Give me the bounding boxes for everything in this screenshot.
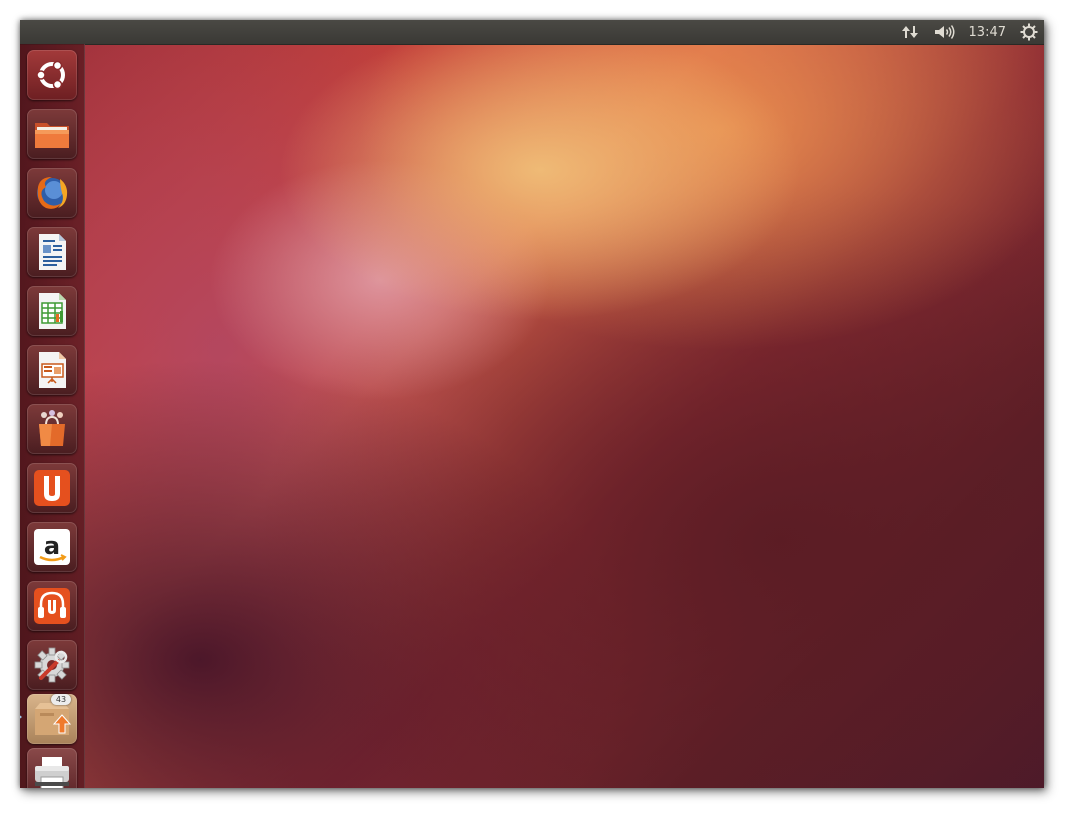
svg-text:a: a — [44, 532, 60, 560]
desktop-wallpaper — [20, 20, 1044, 788]
volume-icon[interactable] — [933, 24, 955, 40]
network-icon[interactable] — [901, 24, 919, 40]
impress-button[interactable] — [27, 345, 77, 395]
firefox-button[interactable] — [27, 168, 77, 218]
running-indicator-arrow — [20, 712, 22, 722]
files-button[interactable] — [27, 109, 77, 159]
launcher: a 43 — [20, 44, 85, 788]
ubuntu-one-button[interactable] — [27, 463, 77, 513]
amazon-button[interactable]: a — [27, 522, 77, 572]
indicator-area: 13:47 — [901, 20, 1038, 44]
update-manager-button[interactable]: 43 — [27, 694, 77, 744]
clock[interactable]: 13:47 — [969, 25, 1006, 40]
top-panel: 13:47 — [20, 20, 1044, 45]
system-settings-button[interactable] — [27, 640, 77, 690]
gear-icon[interactable] — [1020, 23, 1038, 41]
software-center-button[interactable] — [27, 404, 77, 454]
calc-button[interactable] — [27, 286, 77, 336]
update-count-badge: 43 — [51, 694, 71, 705]
dash-home-button[interactable] — [27, 50, 77, 100]
ubuntu-one-music-button[interactable] — [27, 581, 77, 631]
desktop-screen: 13:47 a 43 — [20, 20, 1044, 788]
printer-button[interactable] — [27, 748, 77, 788]
writer-button[interactable] — [27, 227, 77, 277]
